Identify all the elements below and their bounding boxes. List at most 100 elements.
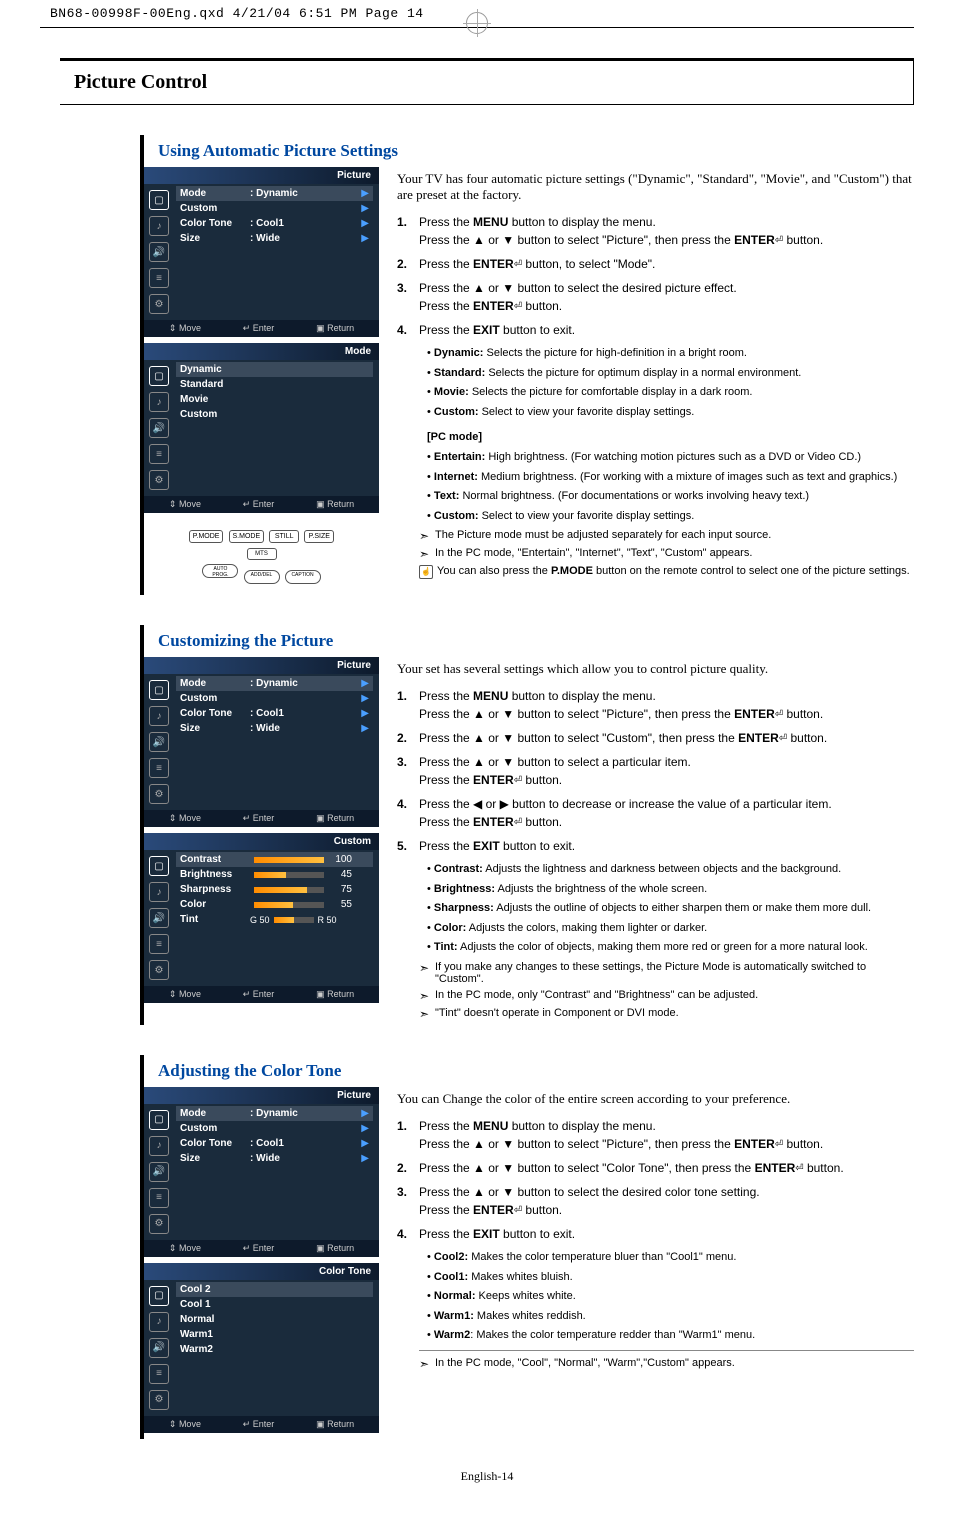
osd-title: Picture xyxy=(144,657,379,674)
channel-icon: ≡ xyxy=(149,268,169,288)
enter-icon: ⏎ xyxy=(514,299,522,314)
footer-enter: Enter xyxy=(253,1243,275,1253)
osd-row-value: : Wide xyxy=(250,723,361,734)
sound-icon: ♪ xyxy=(149,882,169,902)
slider-label: Sharpness xyxy=(180,884,250,895)
footer-enter: Enter xyxy=(253,813,275,823)
osd-row-label: Custom xyxy=(180,1123,250,1134)
osd-row-label: Mode xyxy=(180,678,250,689)
speaker-icon: 🔊 xyxy=(149,1162,169,1182)
footer-enter: Enter xyxy=(253,323,275,333)
slider-value: 45 xyxy=(328,869,352,880)
footer-enter: Enter xyxy=(253,1419,275,1429)
speaker-icon: 🔊 xyxy=(149,242,169,262)
channel-icon: ≡ xyxy=(149,1364,169,1384)
chevron-right-icon: ▶ xyxy=(361,1153,369,1164)
speaker-icon: 🔊 xyxy=(149,1338,169,1358)
osd-picture-menu: Picture ▢ ♪ 🔊 ≡ ⚙ Mode: Dynamic▶ xyxy=(144,167,379,337)
osd-row-label: Color Tone xyxy=(180,708,250,719)
remote-adddel: ADD/DEL xyxy=(244,570,280,584)
channel-icon: ≡ xyxy=(149,1188,169,1208)
enter-icon: ⏎ xyxy=(514,1203,522,1218)
step-4: 4.Press the EXIT button to exit. xyxy=(397,321,914,339)
step-4: 4.Press the EXIT button to exit. xyxy=(397,1225,914,1243)
footer-move: Move xyxy=(179,499,201,509)
enter-icon: ⏎ xyxy=(775,1137,783,1152)
osd-title: Picture xyxy=(144,167,379,184)
channel-icon: ≡ xyxy=(149,758,169,778)
osd-row-label: Color Tone xyxy=(180,218,250,229)
speaker-icon: 🔊 xyxy=(149,908,169,928)
setting-notes: • Contrast: Adjusts the lightness and da… xyxy=(427,861,914,957)
step-1: 1.Press the MENU button to display the m… xyxy=(397,687,914,723)
hint: ➣In the PC mode, only "Contrast" and "Br… xyxy=(419,989,914,1003)
sound-icon: ♪ xyxy=(149,216,169,236)
channel-icon: ≡ xyxy=(149,444,169,464)
enter-icon: ⏎ xyxy=(514,257,522,272)
slider-label: Tint xyxy=(180,914,250,925)
hint: ➣In the PC mode, "Entertain", "Internet"… xyxy=(419,547,914,561)
picture-icon: ▢ xyxy=(149,366,169,386)
pmode-hint: ☝You can also press the P.MODE button on… xyxy=(419,565,914,579)
remote-caption: CAPTION xyxy=(285,570,321,584)
osd-mode-menu: Mode ▢ ♪ 🔊 ≡ ⚙ Dynamic Standa xyxy=(144,343,379,513)
osd-row-value: : Cool1 xyxy=(250,1138,361,1149)
step-5: 5.Press the EXIT button to exit. xyxy=(397,837,914,855)
footer-enter: Enter xyxy=(253,989,275,999)
footer-return: Return xyxy=(327,1419,354,1429)
slider-label: Brightness xyxy=(180,869,250,880)
chevron-right-icon: ▶ xyxy=(361,1123,369,1134)
osd-picture-menu: Picture ▢ ♪ 🔊 ≡ ⚙ Mode: Dynamic▶ xyxy=(144,657,379,827)
osd-row-value: : Wide xyxy=(250,1153,361,1164)
list-item: Custom xyxy=(176,407,373,422)
speaker-icon: 🔊 xyxy=(149,732,169,752)
sound-icon: ♪ xyxy=(149,392,169,412)
step-2: 2.Press the ▲ or ▼ button to select "Col… xyxy=(397,1159,914,1177)
osd-row-value: : Cool1 xyxy=(250,218,361,229)
enter-icon: ⏎ xyxy=(514,773,522,788)
chevron-right-icon: ▶ xyxy=(361,708,369,719)
setup-icon: ⚙ xyxy=(149,960,169,980)
footer-move: Move xyxy=(179,989,201,999)
osd-row-value: : Dynamic xyxy=(250,188,361,199)
footer-return: Return xyxy=(327,499,354,509)
step-4: 4.Press the ◀ or ▶ button to decrease or… xyxy=(397,795,914,831)
tone-notes: • Cool2: Makes the color temperature blu… xyxy=(427,1249,914,1345)
intro-text: You can Change the color of the entire s… xyxy=(397,1091,914,1107)
footer-enter: Enter xyxy=(253,499,275,509)
step-1: 1.Press the MENU button to display the m… xyxy=(397,213,914,249)
enter-icon: ⏎ xyxy=(779,731,787,746)
step-3: 3.Press the ▲ or ▼ button to select the … xyxy=(397,1183,914,1219)
remote-mts: MTS xyxy=(247,548,277,560)
section-title: Adjusting the Color Tone xyxy=(144,1055,914,1087)
slider-label: Color xyxy=(180,899,250,910)
intro-text: Your TV has four automatic picture setti… xyxy=(397,171,914,203)
setup-icon: ⚙ xyxy=(149,294,169,314)
hint: ➣The Picture mode must be adjusted separ… xyxy=(419,529,914,543)
enter-icon: ⏎ xyxy=(775,233,783,248)
osd-row-value: : Cool1 xyxy=(250,708,361,719)
step-2: 2.Press the ▲ or ▼ button to select "Cus… xyxy=(397,729,914,747)
picture-icon: ▢ xyxy=(149,1110,169,1130)
chevron-right-icon: ▶ xyxy=(361,233,369,244)
section-title: Customizing the Picture xyxy=(144,625,914,657)
list-item: Cool 1 xyxy=(176,1297,373,1312)
list-item: Warm2 xyxy=(176,1342,373,1357)
osd-row-label: Color Tone xyxy=(180,1138,250,1149)
chevron-right-icon: ▶ xyxy=(361,723,369,734)
osd-title: Mode xyxy=(144,343,379,360)
list-item: Normal xyxy=(176,1312,373,1327)
slider-value: 100 xyxy=(328,854,352,865)
remote-pmode: P.MODE xyxy=(189,530,224,543)
enter-icon: ⏎ xyxy=(514,815,522,830)
enter-icon: ⏎ xyxy=(775,707,783,722)
slider-value: 75 xyxy=(328,884,352,895)
step-1: 1.Press the MENU button to display the m… xyxy=(397,1117,914,1153)
chevron-right-icon: ▶ xyxy=(361,1138,369,1149)
list-item: Standard xyxy=(176,377,373,392)
hint: ➣"Tint" doesn't operate in Component or … xyxy=(419,1007,914,1021)
step-2: 2.Press the ENTER⏎ button, to select "Mo… xyxy=(397,255,914,273)
remote-autoprog: AUTO PROG. xyxy=(202,564,238,578)
setup-icon: ⚙ xyxy=(149,1390,169,1410)
chapter-title: Picture Control xyxy=(60,58,914,105)
